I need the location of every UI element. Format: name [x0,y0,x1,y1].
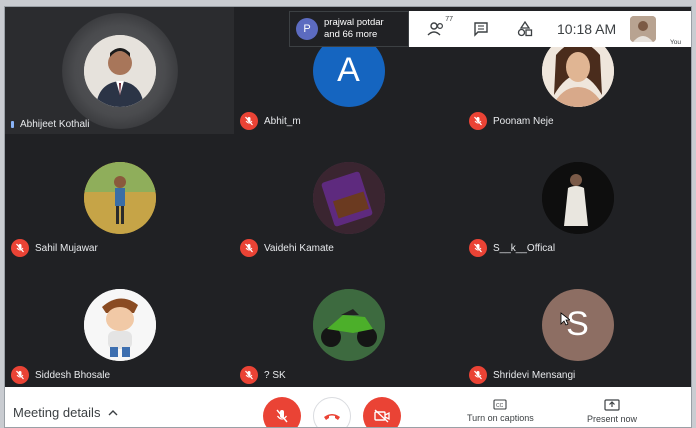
mic-off-icon [240,112,258,130]
mic-off-icon [240,239,258,257]
presenter-text: prajwal potdar and 66 more [324,17,384,41]
participant-name: Abhijeet Kothali [20,119,90,130]
meet-window: Abhijeet Kothali A Abhit_m Poonam Neje S… [4,6,692,428]
meeting-details-label: Meeting details [13,405,101,420]
participant-label: Abhijeet Kothali [11,119,90,130]
avatar [83,34,156,107]
presenter-others: and 66 more [324,29,378,40]
audio-level-icon [11,121,14,128]
person-photo-icon [83,161,156,234]
top-controls: 77 10:18 AM You [409,11,691,47]
presenter-avatar: P [296,18,318,40]
camera-toggle-button[interactable] [363,397,401,427]
self-label: You [670,39,681,46]
participant-label: Poonam Neje [469,112,554,130]
microphone-toggle-button[interactable] [263,397,301,427]
chocolate-photo-icon [312,161,385,234]
participant-label: ? SK [240,366,286,384]
participant-tile[interactable]: Vaidehi Kamate [234,134,463,261]
participant-name: Poonam Neje [493,115,554,127]
captions-label: Turn on captions [467,413,534,423]
cartoon-character-icon [83,288,156,361]
participant-label: Siddesh Bhosale [11,366,110,384]
participant-tile[interactable]: ? SK [234,261,463,388]
chat-button[interactable] [459,11,503,47]
participant-tile[interactable]: Siddesh Bhosale [5,261,234,388]
camera-off-icon [374,409,390,423]
mic-off-icon [469,366,487,384]
participant-name: Siddesh Bhosale [35,369,111,381]
mic-off-icon [469,239,487,257]
cc-icon: CC [493,399,507,410]
self-view-thumbnail[interactable] [630,16,657,42]
avatar [83,161,156,234]
participant-label: Abhit_m [240,112,301,130]
presenter-chip[interactable]: P prajwal potdar and 66 more [289,11,409,47]
activities-button[interactable] [503,11,547,47]
clock: 10:18 AM [557,21,617,37]
mic-off-icon [240,366,258,384]
participant-name: S__k__Offical [493,242,556,254]
participant-name: Vaidehi Kamate [264,242,334,254]
captions-button[interactable]: CC Turn on captions [467,399,534,423]
participants-button[interactable]: 77 [415,11,459,47]
bottom-bar: Meeting details CC Turn on captions Pres… [5,387,691,427]
participant-tile[interactable]: Sahil Mujawar [5,134,234,261]
meeting-details-button[interactable]: Meeting details [13,405,118,420]
participant-name: Sahil Mujawar [35,242,98,254]
person-photo-icon [83,34,156,107]
chevron-up-icon [108,409,118,415]
leave-call-button[interactable] [313,397,351,427]
svg-text:CC: CC [496,403,504,409]
present-icon [604,399,620,411]
motorcycle-photo-icon [312,288,385,361]
phone-hangup-icon [324,414,340,420]
mic-off-icon [11,366,29,384]
mic-off-icon [469,112,487,130]
person-photo-icon [630,16,657,42]
avatar [541,161,614,234]
person-photo-icon [541,161,614,234]
participant-tile[interactable]: Abhijeet Kothali [5,7,234,134]
participant-label: S__k__Offical [469,239,555,257]
participant-tile[interactable]: S__k__Offical [463,134,691,261]
participant-name: ? SK [264,369,286,381]
participant-label: Vaidehi Kamate [240,239,334,257]
people-icon [427,22,444,36]
chat-icon [474,22,488,37]
avatar [312,161,385,234]
participant-tile[interactable]: S Shridevi Mensangi [463,261,691,388]
participant-name: Shridevi Mensangi [493,369,576,381]
mouse-cursor-icon [560,312,570,326]
participants-count: 77 [445,16,453,23]
top-bar: P prajwal potdar and 66 more 77 10:18 AM… [289,11,691,47]
mic-off-icon [276,409,288,423]
participant-name: Abhit_m [264,115,301,127]
mic-off-icon [11,239,29,257]
present-now-button[interactable]: Present now [587,399,637,424]
avatar-initial: A [337,51,360,89]
shapes-icon [517,21,533,37]
participant-label: Sahil Mujawar [11,239,98,257]
participant-label: Shridevi Mensangi [469,366,575,384]
avatar [83,288,156,361]
avatar: S [541,288,614,361]
present-label: Present now [587,414,638,424]
avatar [312,288,385,361]
presenter-name: prajwal potdar [324,17,384,28]
